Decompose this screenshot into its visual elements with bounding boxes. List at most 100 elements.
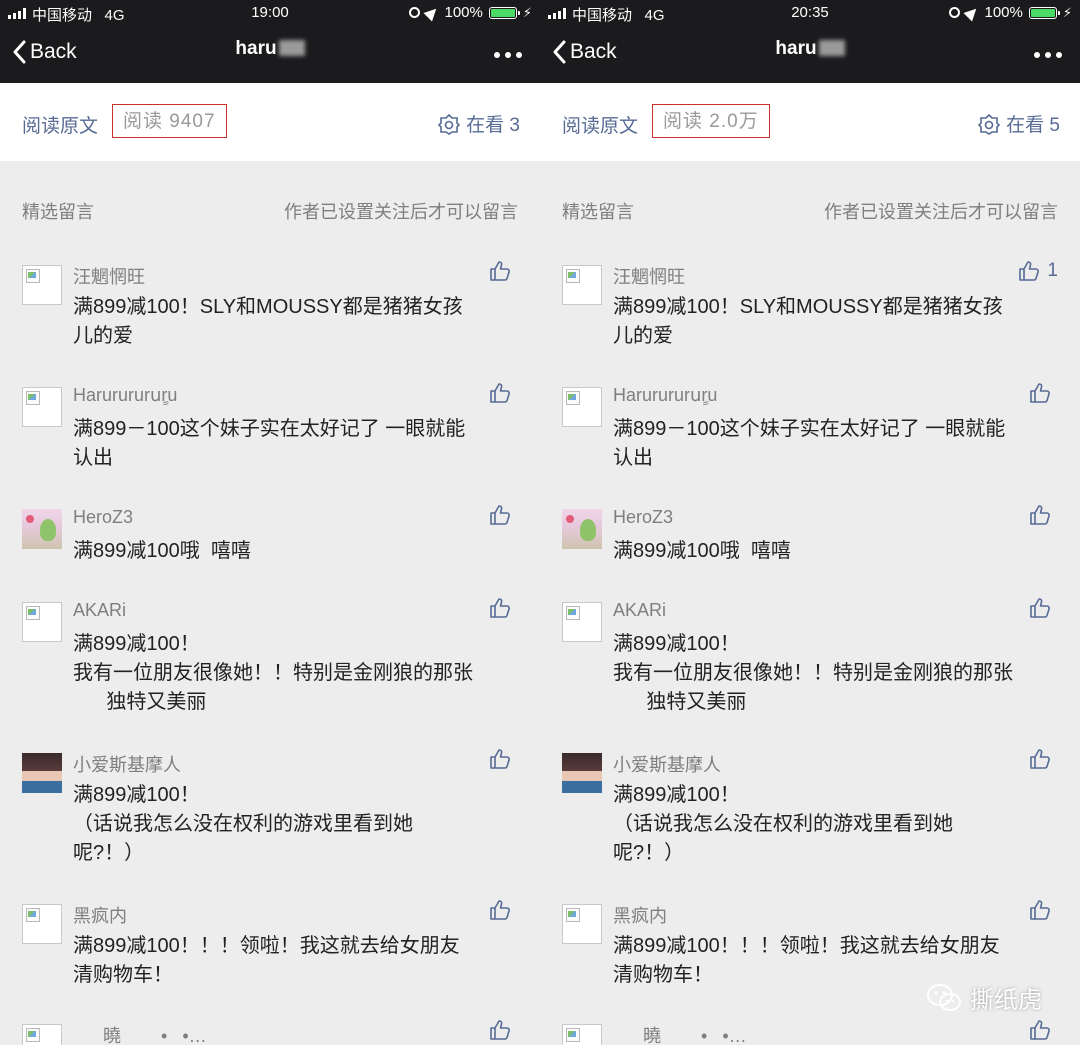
read-row: 阅读原文 阅读 9407 在看 3 bbox=[0, 83, 540, 161]
comment-content: 满899减100！SLY和MOUSSY都是猪猪女孩 儿的爱 bbox=[73, 296, 463, 347]
thumbs-up-icon bbox=[490, 505, 510, 525]
avatar[interactable] bbox=[22, 1024, 62, 1045]
comments-title: 精选留言 bbox=[562, 202, 634, 222]
comment-content: 满899减100！SLY和MOUSSY都是猪猪女孩 儿的爱 bbox=[613, 296, 1003, 347]
comments-title: 精选留言 bbox=[22, 202, 94, 222]
blurred-name bbox=[818, 40, 845, 56]
screenshot-panel-left: 中国移动 4G 19:00 100% ⚡ Back haru 阅读原文 阅读 9… bbox=[0, 0, 540, 1045]
location-icon bbox=[423, 4, 441, 21]
comment-content: 满899减100！ （话说我怎么没在权利的游戏里看到她 呢?！） bbox=[73, 784, 413, 864]
status-right: 100% ⚡ bbox=[949, 4, 1072, 21]
like-button[interactable]: 1 bbox=[1017, 259, 1058, 283]
thumbs-up-icon bbox=[490, 261, 510, 281]
location-icon bbox=[963, 4, 981, 21]
watermark-text: 撕纸虎 bbox=[970, 987, 1042, 1014]
comment-nick: 汪魍惘旺 bbox=[613, 267, 685, 287]
thumbs-up-icon bbox=[490, 900, 510, 920]
like-button[interactable] bbox=[488, 259, 518, 283]
comment-nick: 黑疯内 bbox=[613, 906, 667, 926]
avatar[interactable] bbox=[562, 509, 602, 549]
more-button[interactable] bbox=[494, 52, 522, 58]
avatar[interactable] bbox=[22, 265, 62, 305]
thumbs-up-icon bbox=[490, 598, 510, 618]
comment-content: 满899－100这个妹子实在太好记了 一眼就能 认出 bbox=[73, 418, 466, 469]
like-button[interactable] bbox=[488, 898, 518, 922]
comment-nick: Harurururuٍru bbox=[73, 385, 178, 405]
avatar[interactable] bbox=[22, 753, 62, 793]
comments-note: 作者已设置关注后才可以留言 bbox=[824, 202, 1058, 222]
nav-title: haru bbox=[0, 38, 540, 60]
comment-nick: 曉 • •… bbox=[73, 1026, 207, 1045]
comment-nick: AKARi bbox=[613, 600, 667, 620]
comment-content: 满899减100哦 嘻嘻 bbox=[613, 540, 791, 562]
more-button[interactable] bbox=[1034, 52, 1062, 58]
avatar[interactable] bbox=[562, 265, 602, 305]
avatar[interactable] bbox=[22, 602, 62, 642]
comment-nick: 小爱斯基摩人 bbox=[73, 755, 181, 775]
watching-button[interactable]: 在看 5 bbox=[978, 110, 1060, 137]
watermark: 撕纸虎 bbox=[926, 980, 1042, 1015]
watching-count: 在看 5 bbox=[1006, 115, 1060, 136]
read-original-link[interactable]: 阅读原文 bbox=[562, 111, 638, 138]
read-row: 阅读原文 阅读 2.0万 在看 5 bbox=[540, 83, 1080, 161]
status-bar: 中国移动 4G 20:35 100% ⚡ bbox=[540, 0, 1080, 26]
avatar[interactable] bbox=[22, 509, 62, 549]
avatar[interactable] bbox=[22, 387, 62, 427]
watching-icon bbox=[978, 113, 1001, 135]
like-button[interactable] bbox=[1028, 596, 1058, 620]
orientation-lock-icon bbox=[949, 7, 961, 18]
battery-icon bbox=[488, 6, 520, 19]
comment-nick: 黑疯内 bbox=[73, 906, 127, 926]
status-right: 100% ⚡ bbox=[409, 4, 532, 21]
avatar[interactable] bbox=[562, 753, 602, 793]
like-button[interactable] bbox=[488, 747, 518, 771]
comment-nick: 小爱斯基摩人 bbox=[613, 755, 721, 775]
thumbs-up-icon bbox=[1030, 505, 1050, 525]
top-bar: 中国移动 4G 20:35 100% ⚡ Back haru bbox=[540, 0, 1080, 83]
like-button[interactable] bbox=[488, 596, 518, 620]
like-button[interactable] bbox=[488, 1018, 518, 1042]
thumbs-up-icon bbox=[490, 1020, 510, 1040]
like-button[interactable] bbox=[1028, 898, 1058, 922]
read-original-link[interactable]: 阅读原文 bbox=[22, 111, 98, 138]
like-button[interactable] bbox=[488, 381, 518, 405]
nav-title: haru bbox=[540, 38, 1080, 60]
comment-nick: AKARi bbox=[73, 600, 127, 620]
charging-icon: ⚡ bbox=[1062, 4, 1072, 20]
avatar[interactable] bbox=[562, 602, 602, 642]
avatar[interactable] bbox=[562, 1024, 602, 1045]
like-button[interactable] bbox=[1028, 1018, 1058, 1042]
comment-nick: HeroZ3 bbox=[613, 507, 674, 527]
watching-button[interactable]: 在看 3 bbox=[438, 110, 520, 137]
like-button[interactable] bbox=[1028, 747, 1058, 771]
thumbs-up-icon bbox=[1030, 383, 1050, 403]
battery-percent: 100% bbox=[444, 4, 483, 21]
thumbs-up-icon bbox=[1030, 1020, 1050, 1040]
avatar[interactable] bbox=[562, 387, 602, 427]
thumbs-up-icon bbox=[1030, 598, 1050, 618]
thumbs-up-icon bbox=[490, 749, 510, 769]
status-bar: 中国移动 4G 19:00 100% ⚡ bbox=[0, 0, 540, 26]
battery-icon bbox=[1028, 6, 1060, 19]
like-button[interactable] bbox=[1028, 381, 1058, 405]
read-count: 阅读 9407 bbox=[112, 104, 227, 138]
top-bar: 中国移动 4G 19:00 100% ⚡ Back haru bbox=[0, 0, 540, 83]
comment-content: 满899减100哦 嘻嘻 bbox=[73, 540, 251, 562]
like-button[interactable] bbox=[488, 503, 518, 527]
avatar[interactable] bbox=[22, 904, 62, 944]
comment-content: 满899减100！！！领啦！我这就去给女朋友 清购物车！ bbox=[73, 935, 460, 986]
charging-icon: ⚡ bbox=[522, 4, 532, 20]
screenshot-panel-right: 中国移动 4G 20:35 100% ⚡ Back haru 阅读原文 阅读 2… bbox=[540, 0, 1080, 1045]
blurred-name bbox=[278, 40, 305, 56]
comment-content: 满899－100这个妹子实在太好记了 一眼就能 认出 bbox=[613, 418, 1006, 469]
wechat-icon bbox=[927, 983, 961, 1011]
comment-content: 满899减100！ （话说我怎么没在权利的游戏里看到她 呢?！） bbox=[613, 784, 953, 864]
comment-content: 满899减100！ 我有一位朋友很像她！！特别是金刚狼的那张 独特又美丽 bbox=[73, 633, 473, 713]
read-count: 阅读 2.0万 bbox=[652, 104, 770, 138]
avatar[interactable] bbox=[562, 904, 602, 944]
like-count: 1 bbox=[1047, 260, 1058, 281]
like-button[interactable] bbox=[1028, 503, 1058, 527]
comments-note: 作者已设置关注后才可以留言 bbox=[284, 202, 518, 222]
watching-icon bbox=[438, 113, 461, 135]
thumbs-up-icon bbox=[490, 383, 510, 403]
